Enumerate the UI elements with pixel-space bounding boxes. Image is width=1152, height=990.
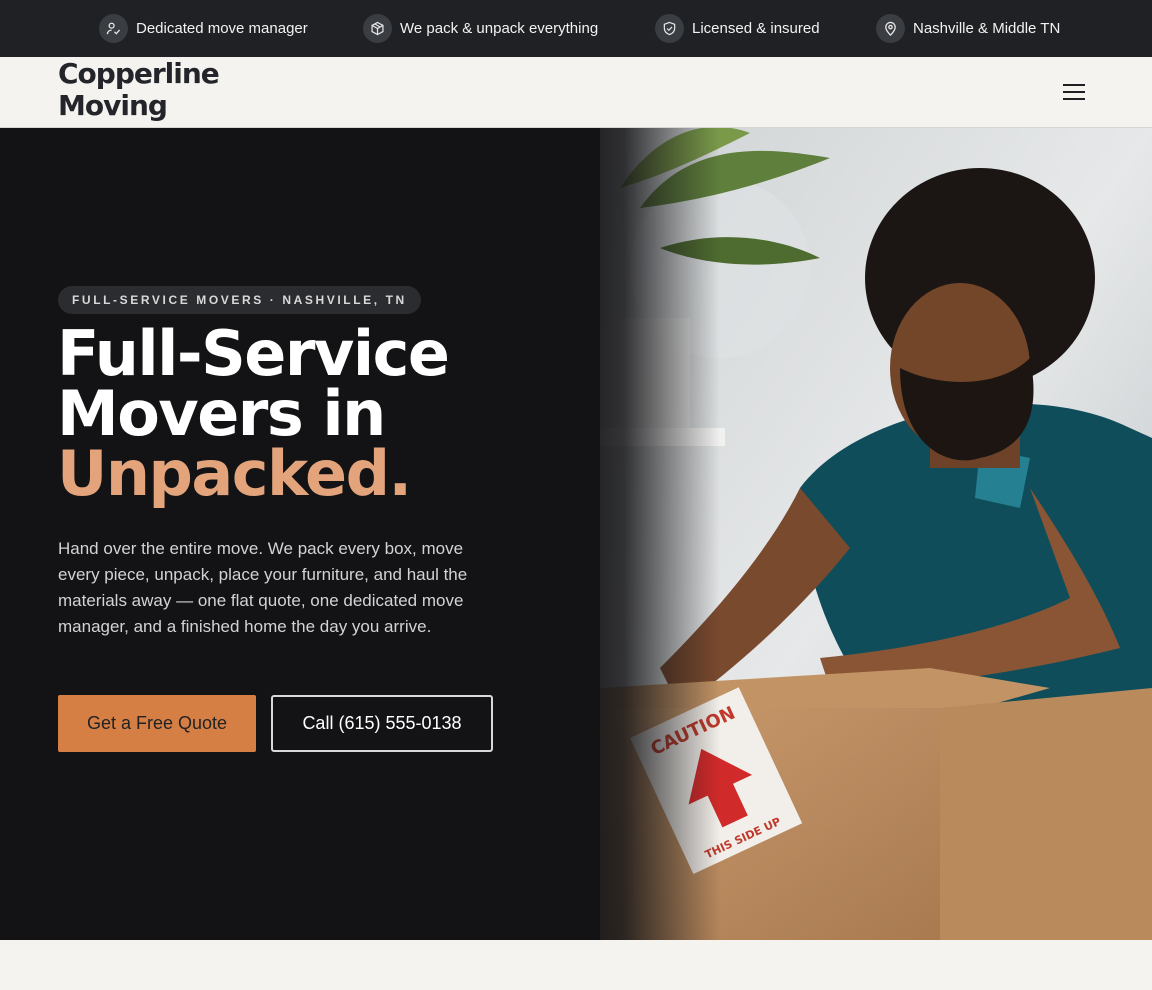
headline-accent: Unpacked.: [57, 437, 412, 510]
site-header: Copperline Moving: [0, 57, 1152, 128]
logo-line-1: Copperline: [58, 57, 220, 90]
headline-line-2: Movers in: [57, 377, 386, 450]
box-icon: [363, 14, 392, 43]
hero-lead-text: Hand over the entire move. We pack every…: [58, 539, 468, 636]
map-pin-icon: [876, 14, 905, 43]
hamburger-menu-icon[interactable]: [1060, 79, 1088, 105]
shield-check-icon: [655, 14, 684, 43]
get-quote-button[interactable]: Get a Free Quote: [58, 695, 256, 752]
hero-image-fade: [560, 128, 720, 940]
trust-item-licensed: Licensed & insured: [655, 14, 820, 43]
headline-line-1: Full-Service: [57, 317, 450, 390]
trust-label: Nashville & Middle TN: [913, 20, 1061, 37]
eyebrow-badge: FULL-SERVICE MOVERS · NASHVILLE, TN: [58, 286, 421, 314]
trust-item-move-manager: Dedicated move manager: [99, 14, 308, 43]
call-phone-button[interactable]: Call (615) 555-0138: [271, 695, 493, 752]
trust-item-location: Nashville & Middle TN: [876, 14, 1060, 43]
person-check-icon: [99, 14, 128, 43]
trust-bar: Dedicated move manager We pack & unpack …: [0, 0, 1152, 57]
trust-label: We pack & unpack everything: [400, 20, 599, 37]
trust-item-pack-unpack: We pack & unpack everything: [363, 14, 598, 43]
hero-section: CAUTION THIS SIDE UP FULL-SERVICE MOVERS…: [0, 128, 1152, 940]
trust-label: Dedicated move manager: [136, 20, 308, 37]
hero-headline: Full-Service Movers in Unpacked.: [57, 317, 450, 510]
logo-line-2: Moving: [58, 89, 168, 122]
logo[interactable]: Copperline Moving: [58, 57, 220, 122]
trust-label: Licensed & insured: [692, 20, 820, 37]
